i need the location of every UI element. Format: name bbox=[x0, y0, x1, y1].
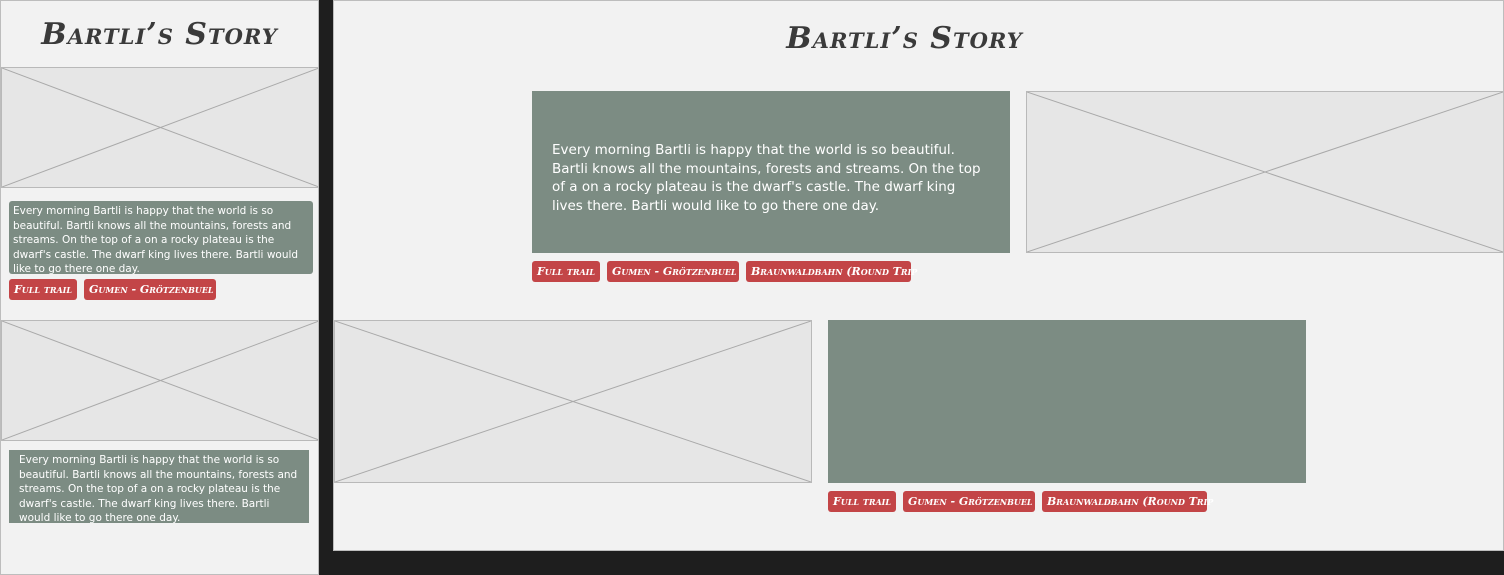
image-placeholder bbox=[1026, 91, 1503, 253]
page-title: Bartli’s Story bbox=[786, 21, 1023, 56]
placeholder-cross-icon bbox=[335, 321, 811, 482]
tag-braunwaldbahn-round-trip[interactable]: Braunwaldbahn (Round Trip bbox=[746, 261, 917, 282]
tag-full-trail[interactable]: Full trail bbox=[9, 279, 77, 300]
mobile-frame: Bartli’s Story Every morning Bartli is h… bbox=[0, 0, 319, 575]
image-placeholder bbox=[1, 67, 319, 188]
story-text: Every morning Bartli is happy that the w… bbox=[19, 454, 298, 523]
placeholder-cross-icon bbox=[1027, 92, 1503, 252]
story-text: Every morning Bartli is happy that the w… bbox=[13, 205, 299, 274]
tag-braunwaldbahn-round-trip[interactable]: Braunwaldbahn (Round Trip bbox=[1042, 491, 1213, 512]
desktop-frame: Bartli’s Story Every morning Bartli is h… bbox=[333, 0, 1504, 551]
tag-gumen-grotzenbuel[interactable]: Gumen - Grötzenbuel bbox=[607, 261, 739, 282]
tag-gumen-grotzenbuel[interactable]: Gumen - Grötzenbuel bbox=[84, 279, 216, 300]
image-placeholder bbox=[1, 320, 319, 441]
story-text-card: Every morning Bartli is happy that the w… bbox=[9, 450, 309, 523]
tag-full-trail[interactable]: Full trail bbox=[828, 491, 896, 512]
tag-gumen-grotzenbuel[interactable]: Gumen - Grötzenbuel bbox=[903, 491, 1035, 512]
image-placeholder bbox=[334, 320, 812, 483]
story-text: Every morning Bartli is happy that the w… bbox=[552, 142, 981, 214]
page-title: Bartli’s Story bbox=[41, 17, 278, 52]
story-text-card: Every morning Bartli is happy that the w… bbox=[532, 91, 1010, 253]
placeholder-cross-icon bbox=[2, 321, 319, 440]
story-text-card: Every morning Bartli is happy that the w… bbox=[9, 201, 313, 274]
placeholder-cross-icon bbox=[2, 68, 319, 187]
tag-full-trail[interactable]: Full trail bbox=[532, 261, 600, 282]
story-text-card bbox=[828, 320, 1306, 483]
